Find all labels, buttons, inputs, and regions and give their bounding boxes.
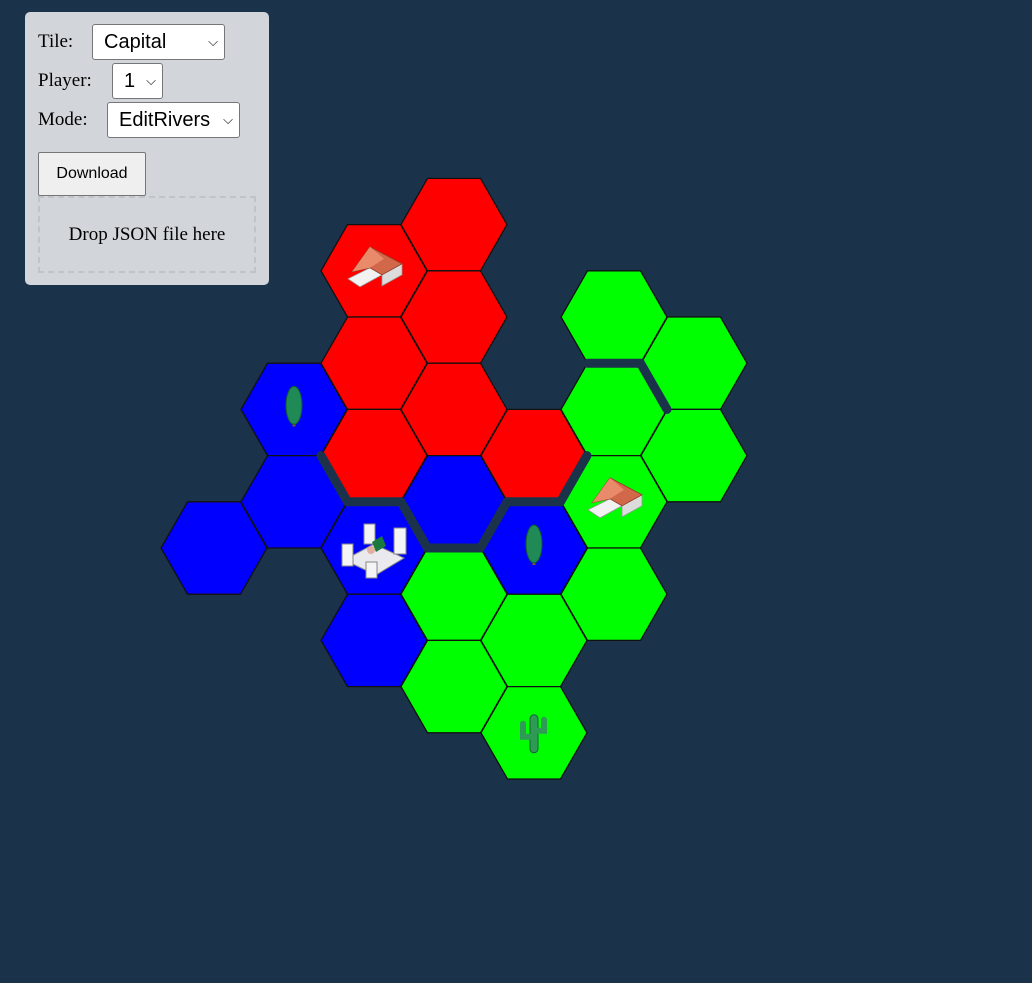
hex-map[interactable] — [0, 0, 1032, 983]
